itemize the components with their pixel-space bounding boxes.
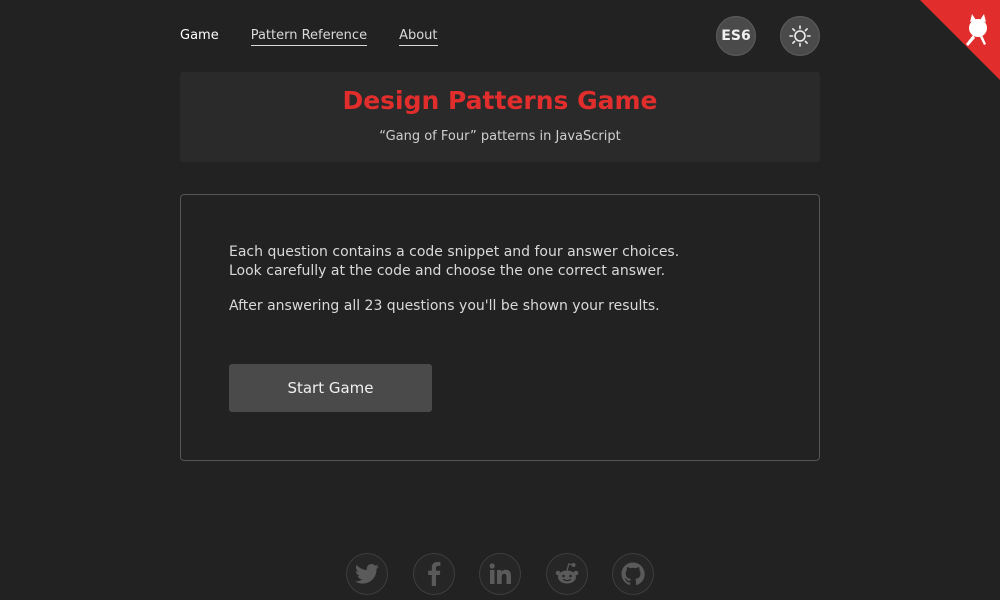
reddit-share-button[interactable] bbox=[545, 553, 588, 595]
github-octocat-icon bbox=[920, 0, 1000, 80]
github-corner-link[interactable] bbox=[920, 0, 1000, 80]
page-subtitle: “Gang of Four” patterns in JavaScript bbox=[379, 129, 621, 144]
facebook-share-button[interactable] bbox=[412, 553, 455, 595]
page-title: Design Patterns Game bbox=[342, 86, 658, 115]
facebook-icon bbox=[427, 562, 440, 586]
github-repo-button[interactable] bbox=[612, 553, 654, 595]
social-links bbox=[346, 553, 654, 595]
start-game-button[interactable]: Start Game bbox=[229, 364, 432, 412]
intro-line-2: Look carefully at the code and choose th… bbox=[229, 263, 666, 279]
es6-toggle-label: ES6 bbox=[721, 28, 751, 44]
twitter-share-button[interactable] bbox=[346, 553, 388, 595]
twitter-icon bbox=[355, 564, 379, 584]
github-icon bbox=[621, 562, 645, 586]
reddit-icon bbox=[555, 563, 578, 584]
intro-card: Each question contains a code snippet an… bbox=[180, 194, 820, 461]
sun-icon bbox=[789, 25, 811, 47]
nav-game-link[interactable]: Game bbox=[180, 27, 219, 45]
intro-line-1: Each question contains a code snippet an… bbox=[229, 244, 680, 260]
page: Game Pattern Reference About ES6 Design … bbox=[0, 0, 1000, 600]
page-header: Design Patterns Game “Gang of Four” patt… bbox=[180, 72, 820, 162]
intro-results-text: After answering all 23 questions you'll … bbox=[229, 298, 660, 314]
linkedin-icon bbox=[489, 563, 511, 584]
top-nav: Game Pattern Reference About ES6 bbox=[180, 16, 820, 56]
intro-text: Each question contains a code snippet an… bbox=[229, 243, 771, 281]
start-game-label: Start Game bbox=[287, 379, 374, 397]
nav-pattern-reference-link[interactable]: Pattern Reference bbox=[250, 27, 368, 46]
nav-about-link[interactable]: About bbox=[399, 27, 438, 46]
linkedin-share-button[interactable] bbox=[479, 553, 521, 595]
theme-toggle-button[interactable] bbox=[780, 16, 820, 56]
es6-toggle-button[interactable]: ES6 bbox=[716, 16, 756, 56]
